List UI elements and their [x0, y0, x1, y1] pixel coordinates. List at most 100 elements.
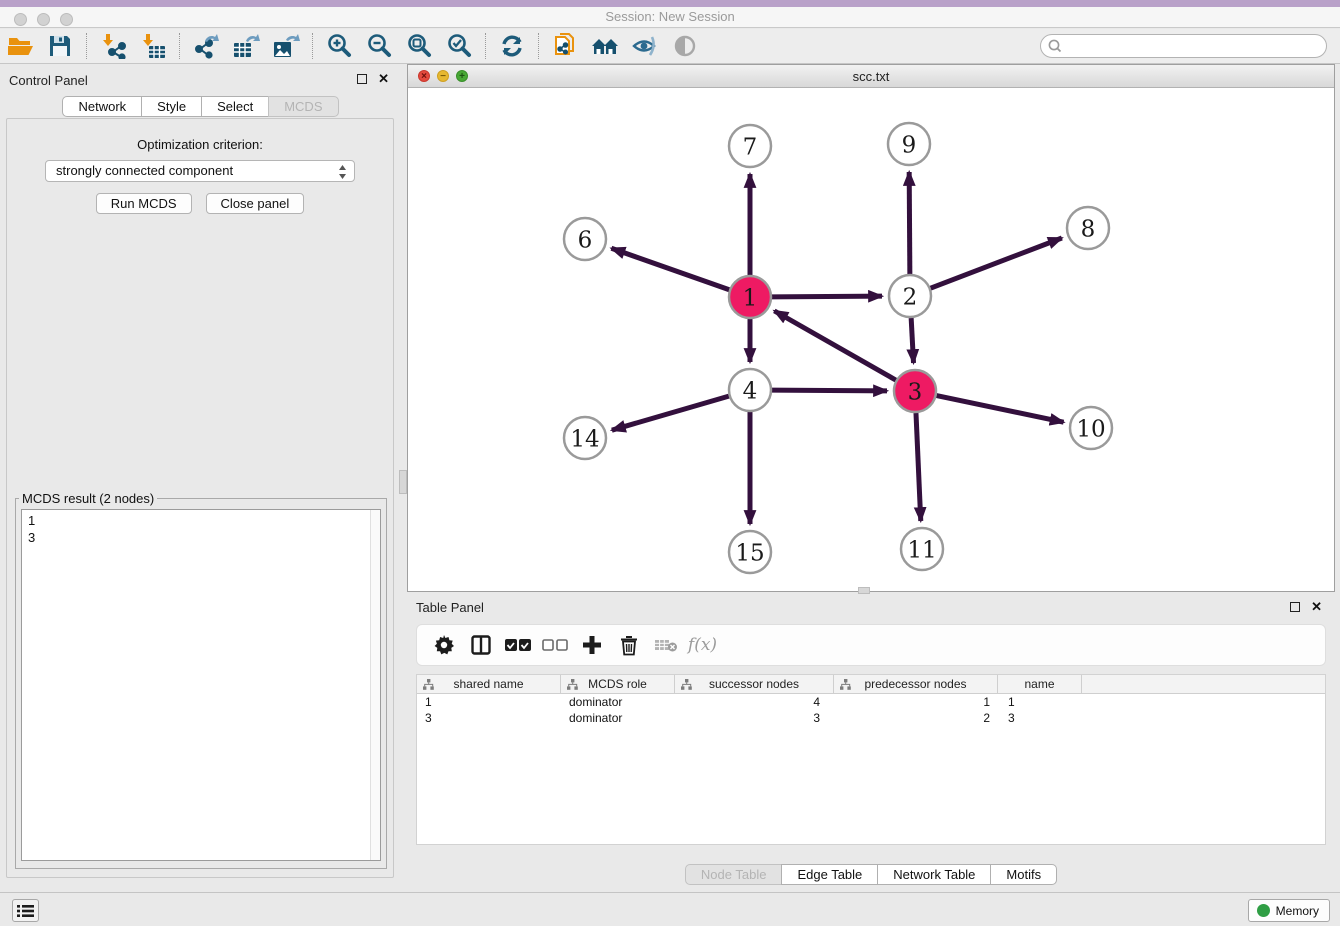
open-session-button[interactable]	[0, 31, 40, 61]
control-panel-tabs: Network Style Select MCDS	[0, 96, 401, 117]
column-header-mcds-role[interactable]: MCDS role	[561, 675, 675, 693]
graph-edge-3-1[interactable]	[774, 311, 896, 380]
tab-network-table[interactable]: Network Table	[877, 864, 991, 885]
memory-button[interactable]: Memory	[1248, 899, 1330, 922]
import-table-icon	[140, 33, 166, 59]
main-titlebar: Session: New Session	[0, 0, 1340, 28]
toolbar-separator	[86, 33, 87, 59]
clone-network-button[interactable]	[545, 31, 585, 61]
vertical-splitter-grip[interactable]	[399, 470, 407, 494]
tab-node-table[interactable]: Node Table	[685, 864, 783, 885]
close-panel-icon[interactable]: ✕	[378, 71, 389, 87]
apply-layout-button[interactable]	[492, 31, 532, 61]
mcds-panel-body: Optimization criterion: strongly connect…	[6, 118, 394, 878]
hide-selected-button[interactable]	[625, 31, 665, 61]
homes-icon	[590, 34, 620, 58]
graph-edge-2-9[interactable]	[909, 172, 910, 274]
zoom-in-button[interactable]	[319, 31, 359, 61]
tab-style[interactable]: Style	[141, 96, 202, 117]
graph-edge-1-2[interactable]	[772, 296, 882, 297]
plus-icon	[582, 635, 602, 655]
column-header-successor-nodes[interactable]: successor nodes	[675, 675, 834, 693]
export-table-button[interactable]	[226, 31, 266, 61]
search-box	[1040, 34, 1327, 58]
cell-shared-name: 3	[417, 711, 561, 725]
graph-edge-4-14[interactable]	[612, 396, 729, 430]
export-network-icon	[193, 33, 220, 59]
table-close-icon[interactable]: ✕	[1311, 599, 1322, 615]
column-header-predecessor-nodes[interactable]: predecessor nodes	[834, 675, 998, 693]
cell-successor-nodes: 4	[675, 695, 834, 709]
mcds-result-title: MCDS result (2 nodes)	[19, 491, 157, 506]
zoom-selected-icon	[446, 33, 472, 59]
zoom-fit-icon	[406, 33, 432, 59]
network-graph[interactable]: 7968124314101511	[408, 88, 1334, 591]
network-canvas[interactable]: 7968124314101511	[408, 88, 1334, 591]
import-table-button[interactable]	[133, 31, 173, 61]
cell-predecessor-nodes: 2	[834, 711, 998, 725]
run-mcds-button[interactable]: Run MCDS	[96, 193, 192, 214]
tab-network[interactable]: Network	[62, 96, 142, 117]
zoom-out-button[interactable]	[359, 31, 399, 61]
task-history-button[interactable]	[12, 899, 39, 922]
tab-mcds[interactable]: MCDS	[268, 96, 338, 117]
graph-node-label: 11	[907, 537, 936, 563]
first-neighbors-button[interactable]	[585, 31, 625, 61]
network-window-title: scc.txt	[408, 69, 1334, 84]
graph-edge-2-8[interactable]	[931, 238, 1062, 288]
unchecked-boxes-icon	[542, 638, 568, 652]
save-session-button[interactable]	[40, 31, 80, 61]
network-view-window: × − + scc.txt 7968124314101511	[407, 64, 1335, 592]
graph-node-label: 9	[902, 132, 917, 158]
select-all-rows-button[interactable]	[499, 630, 536, 660]
table-settings-button[interactable]	[425, 630, 462, 660]
close-panel-button[interactable]: Close panel	[206, 193, 305, 214]
export-image-button[interactable]	[266, 31, 306, 61]
table-panel-title: Table Panel	[416, 600, 484, 615]
add-column-button[interactable]	[573, 630, 610, 660]
column-header-name[interactable]: name	[998, 675, 1082, 693]
search-input[interactable]	[1067, 36, 1326, 56]
network-window-titlebar[interactable]: × − + scc.txt	[408, 65, 1334, 88]
eye-disabled-icon	[672, 34, 698, 58]
window-accent-strip	[0, 0, 1340, 7]
table-row[interactable]: 1 dominator 4 1 1	[417, 694, 1325, 710]
graph-edge-1-6[interactable]	[611, 248, 729, 289]
zoom-in-icon	[326, 33, 352, 59]
graph-edge-3-11[interactable]	[916, 413, 921, 521]
tree-icon	[681, 679, 692, 690]
mcds-result-group: MCDS result (2 nodes) 1 3	[15, 491, 387, 869]
export-network-button[interactable]	[186, 31, 226, 61]
float-panel-icon[interactable]	[357, 74, 367, 84]
graph-edge-4-3[interactable]	[772, 390, 887, 391]
deselect-all-rows-button[interactable]	[536, 630, 573, 660]
result-scrollbar[interactable]	[370, 510, 380, 860]
column-label: shared name	[453, 677, 523, 691]
graph-edge-3-10[interactable]	[937, 396, 1064, 423]
graph-node-label: 7	[743, 134, 758, 160]
show-columns-button[interactable]	[462, 630, 499, 660]
tree-icon	[423, 679, 434, 690]
optimization-criterion-select[interactable]: strongly connected component	[45, 160, 355, 182]
cell-name: 1	[998, 695, 1082, 709]
cell-name: 3	[998, 711, 1082, 725]
horizontal-splitter-grip[interactable]	[858, 587, 870, 594]
table-row[interactable]: 3 dominator 3 2 3	[417, 710, 1325, 726]
zoom-selected-button[interactable]	[439, 31, 479, 61]
tab-motifs[interactable]: Motifs	[990, 864, 1057, 885]
tab-edge-table[interactable]: Edge Table	[781, 864, 878, 885]
cell-successor-nodes: 3	[675, 711, 834, 725]
control-panel: Control Panel ✕ Network Style Select MCD…	[0, 64, 401, 886]
import-network-button[interactable]	[93, 31, 133, 61]
show-all-button[interactable]	[665, 31, 705, 61]
graph-edge-2-3[interactable]	[911, 318, 913, 363]
column-header-shared-name[interactable]: shared name	[417, 675, 561, 693]
column-label: predecessor nodes	[864, 677, 966, 691]
delete-column-button[interactable]	[610, 630, 647, 660]
zoom-fit-button[interactable]	[399, 31, 439, 61]
list-icon	[17, 904, 34, 918]
tab-select[interactable]: Select	[201, 96, 269, 117]
clone-network-icon	[552, 32, 578, 60]
table-float-icon[interactable]	[1290, 602, 1300, 612]
toolbar-separator	[538, 33, 539, 59]
